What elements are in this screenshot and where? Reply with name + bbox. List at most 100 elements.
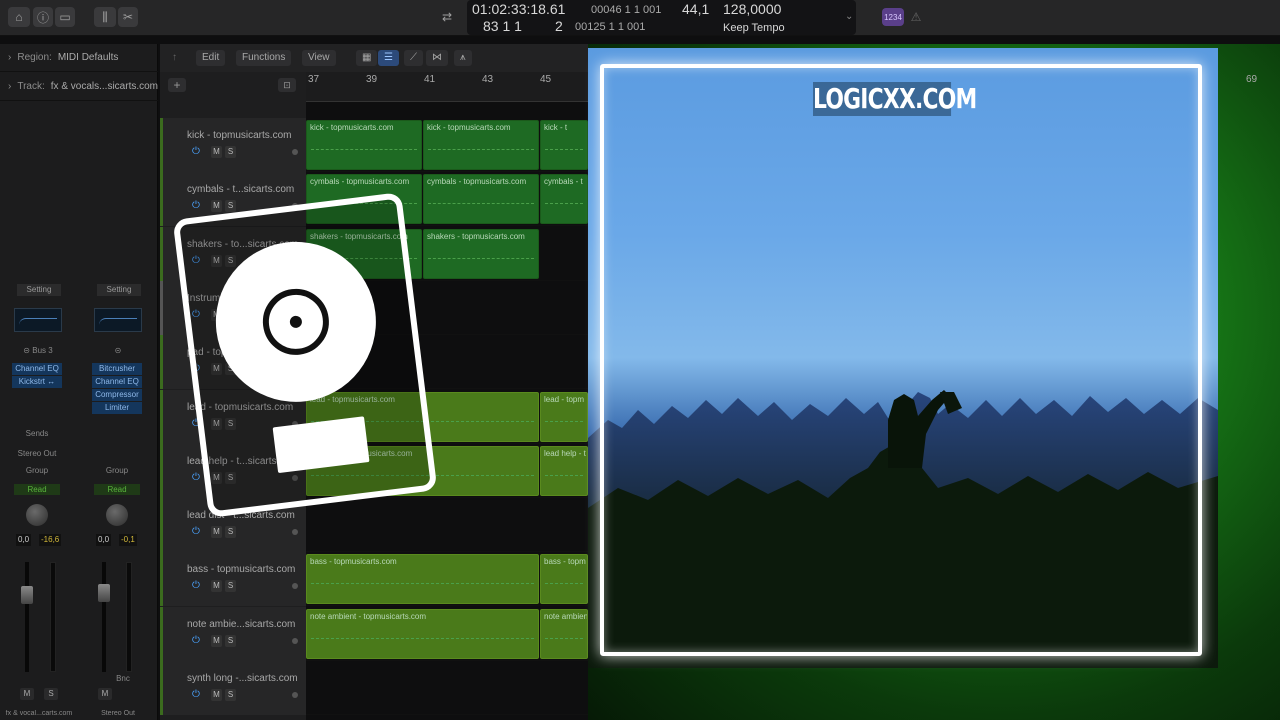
solo-button[interactable]: S xyxy=(44,688,58,700)
region[interactable]: lead - topm xyxy=(540,391,588,442)
track-header[interactable]: bass - topmusicarts.com ⏻ M S xyxy=(160,552,306,607)
mixer-icon[interactable]: ⫼ xyxy=(94,7,116,27)
volume-fader[interactable] xyxy=(21,586,33,604)
track-row[interactable]: synth long -...sicarts.com ⏻ M S xyxy=(160,661,588,715)
region[interactable]: note ambien xyxy=(540,608,588,659)
pan-knob[interactable] xyxy=(106,504,128,526)
region[interactable]: cymbals - t xyxy=(540,174,588,225)
volume-fader[interactable] xyxy=(98,584,110,602)
track-solo-button[interactable]: S xyxy=(225,200,236,213)
region[interactable]: bass - topmusicarts.com xyxy=(306,554,539,605)
plugin-slot[interactable]: Kickstrt ↔ xyxy=(12,376,62,388)
track-row[interactable]: kick - topmusicarts.com ⏻ M S kick - top… xyxy=(160,118,588,172)
region[interactable]: lead help - t xyxy=(540,445,588,496)
lcd-display[interactable]: 01:02:33:18.61 83 1 1 2 00046 1 1 001 00… xyxy=(467,0,856,35)
track-solo-button[interactable]: S xyxy=(225,634,236,647)
toolbar-icon[interactable]: ▭ xyxy=(55,7,75,27)
automation-mode[interactable]: Read xyxy=(94,484,140,495)
region[interactable]: note ambient - topmusicarts.com xyxy=(306,608,539,659)
volume-fader-track[interactable] xyxy=(25,562,29,672)
power-icon[interactable]: ⏻ xyxy=(192,580,204,592)
record-enable-icon[interactable] xyxy=(292,692,298,698)
power-icon[interactable]: ⏻ xyxy=(192,689,204,701)
edit-menu[interactable]: Edit xyxy=(196,50,226,66)
track-mute-button[interactable]: M xyxy=(211,689,222,701)
region[interactable]: shakers - topmusicarts.com xyxy=(423,228,539,279)
midi-notes xyxy=(311,637,534,639)
power-icon[interactable]: ⏻ xyxy=(192,526,204,538)
track-mute-button[interactable]: M xyxy=(211,634,222,647)
list-view-icon[interactable]: ☰ xyxy=(378,50,399,66)
region[interactable]: kick - topmusicarts.com xyxy=(423,120,539,170)
sends-label[interactable]: Sends xyxy=(14,429,60,441)
music-file-icon xyxy=(172,192,438,518)
record-enable-icon[interactable] xyxy=(292,149,298,155)
record-enable-icon[interactable] xyxy=(292,529,298,536)
eq-thumbnail[interactable] xyxy=(14,308,62,332)
group-slot[interactable]: Group xyxy=(94,466,140,478)
power-icon[interactable]: ⏻ xyxy=(192,200,204,212)
back-arrow-icon[interactable]: ↑ xyxy=(166,50,183,66)
merge-icon[interactable]: ⩚ xyxy=(454,50,472,66)
flex-icon[interactable]: ⋈ xyxy=(426,50,448,66)
power-icon[interactable]: ⏻ xyxy=(192,146,204,158)
cover-frame xyxy=(600,64,1202,656)
mute-button[interactable]: M xyxy=(98,688,112,700)
power-icon[interactable]: ⏻ xyxy=(192,472,204,484)
track-mute-button[interactable]: M xyxy=(211,146,222,158)
track-header[interactable]: kick - topmusicarts.com ⏻ M S xyxy=(160,118,306,172)
plugin-slot[interactable]: Compressor xyxy=(92,389,142,401)
track-mute-button[interactable]: M xyxy=(211,526,222,539)
region[interactable]: cymbals - topmusicarts.com xyxy=(423,174,539,225)
track-mute-button[interactable]: M xyxy=(211,580,222,593)
track-mute-button[interactable]: M xyxy=(211,200,222,213)
output-slot[interactable]: Stereo Out xyxy=(14,449,60,461)
track-header[interactable]: note ambie...sicarts.com ⏻ M S xyxy=(160,606,306,661)
functions-menu[interactable]: Functions xyxy=(236,50,292,66)
count-in-button[interactable]: 1234 xyxy=(882,8,904,26)
automation-icon[interactable]: ⟋ xyxy=(404,50,423,66)
track-row[interactable]: bass - topmusicarts.com ⏻ M S bass - top… xyxy=(160,552,588,607)
track-solo-button[interactable]: S xyxy=(225,580,236,593)
chevron-down-icon[interactable]: ⌄ xyxy=(845,10,853,24)
bar-ruler[interactable]: 37 39 41 43 45 xyxy=(306,72,588,102)
volume-fader-track[interactable] xyxy=(102,562,106,672)
setting-button[interactable]: Setting xyxy=(97,284,141,296)
grid-view-icon[interactable]: ▦ xyxy=(356,50,378,66)
automation-mode[interactable]: Read xyxy=(14,484,60,495)
track-row[interactable]: note ambie...sicarts.com ⏻ M S note ambi… xyxy=(160,606,588,661)
region[interactable]: kick - topmusicarts.com xyxy=(306,120,422,170)
warning-icon[interactable]: ⚠ xyxy=(908,7,924,27)
mute-button[interactable]: M xyxy=(20,688,34,700)
track-solo-button[interactable]: S xyxy=(225,689,236,701)
plugin-slot[interactable]: Channel EQ xyxy=(12,363,62,375)
power-icon[interactable]: ⏻ xyxy=(192,635,204,647)
pan-knob[interactable] xyxy=(26,504,48,526)
track-header[interactable]: synth long -...sicarts.com ⏻ M S xyxy=(160,661,306,715)
track-solo-button[interactable]: S xyxy=(225,146,236,158)
bounce-button[interactable]: Bnc xyxy=(108,674,138,686)
track-inspector-header[interactable]: › Track: fx & vocals...sicarts.com xyxy=(0,73,158,101)
global-tracks-icon[interactable]: ⊡ xyxy=(278,78,296,92)
cycle-icon[interactable]: ⇄ xyxy=(437,7,457,27)
record-enable-icon[interactable] xyxy=(292,637,298,644)
bus-name: Bus 3 xyxy=(32,346,53,355)
setting-button[interactable]: Setting xyxy=(17,284,61,296)
eq-thumbnail[interactable] xyxy=(94,308,142,332)
lcd-position: 83 1 1 xyxy=(483,18,522,34)
view-menu[interactable]: View xyxy=(302,50,336,66)
record-enable-icon[interactable] xyxy=(292,583,298,590)
library-icon[interactable]: ⌂ xyxy=(8,7,30,27)
region-inspector-header[interactable]: › Region: MIDI Defaults xyxy=(0,44,158,72)
plugin-slot[interactable]: Channel EQ xyxy=(92,376,142,388)
scissors-icon[interactable]: ✂ xyxy=(118,7,138,27)
group-slot[interactable]: Group xyxy=(14,466,60,478)
plugin-slot[interactable]: Bitcrusher xyxy=(92,363,142,375)
inspector-icon[interactable]: ⓘ xyxy=(33,7,53,27)
region[interactable]: bass - topm xyxy=(540,554,588,605)
region-name: cymbals - topmusicarts.com xyxy=(310,177,410,187)
region[interactable]: kick - t xyxy=(540,120,588,170)
add-track-icon[interactable]: + xyxy=(168,78,186,92)
track-solo-button[interactable]: S xyxy=(225,526,236,539)
plugin-slot[interactable]: Limiter xyxy=(92,402,142,414)
